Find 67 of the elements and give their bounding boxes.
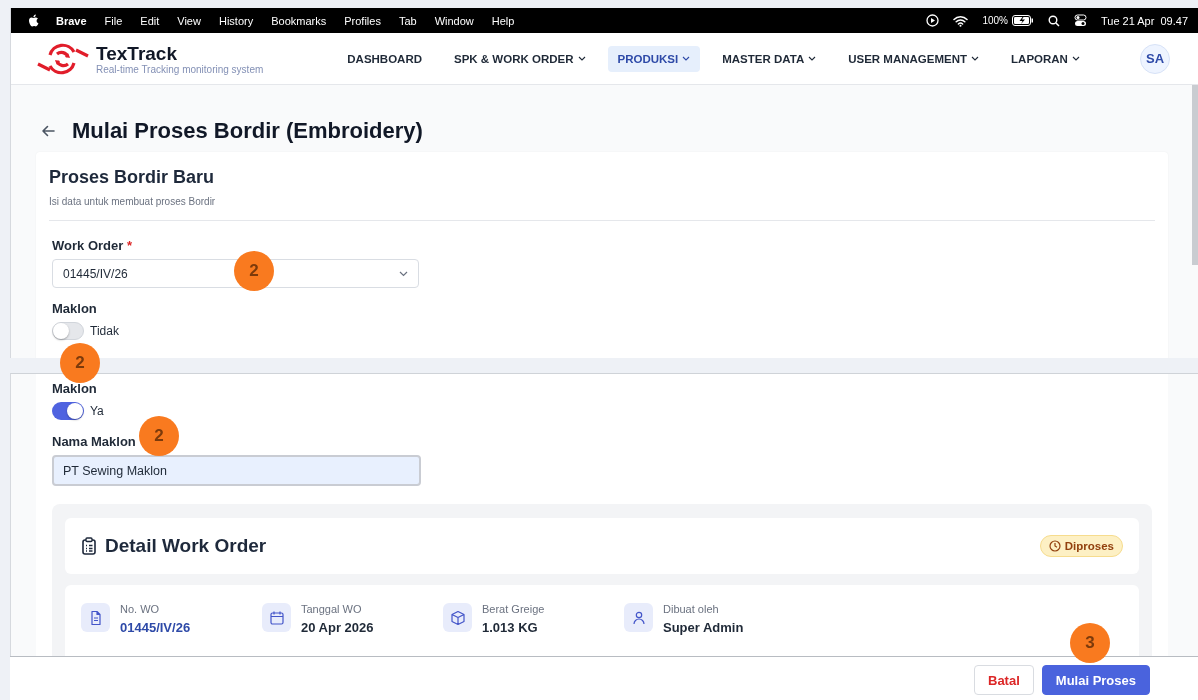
toggle-switch[interactable] (52, 322, 84, 340)
chevron-down-icon (1071, 56, 1080, 61)
scrollbar[interactable] (1192, 85, 1198, 265)
info-value: 20 Apr 2026 (301, 620, 374, 635)
user-avatar[interactable]: SA (1140, 43, 1170, 74)
menu-item[interactable]: View (177, 14, 201, 27)
document-icon (81, 603, 110, 632)
menu-item[interactable]: File (104, 14, 123, 27)
chevron-down-icon (971, 56, 980, 61)
field-label: Work Order (52, 238, 124, 253)
page-title: Mulai Proses Bordir (Embroidery) (72, 118, 423, 144)
cancel-button[interactable]: Batal (974, 665, 1034, 695)
toggle-label: Ya (90, 404, 104, 418)
info-link[interactable]: 01445/IV/26 (120, 620, 191, 635)
field-label: Nama Maklon (52, 434, 136, 449)
apple-icon (28, 14, 39, 27)
required-mark: * (126, 238, 132, 253)
brand-tagline: Real-time Tracking monitoring system (96, 63, 264, 75)
chevron-down-icon (577, 56, 586, 61)
status-badge: Diproses (1039, 535, 1123, 557)
cube-icon (443, 603, 472, 632)
nav-tab[interactable]: USER MANAGEMENT (838, 45, 990, 72)
info-label: Tanggal WO (301, 603, 363, 615)
card-title: Proses Bordir Baru (49, 167, 216, 188)
chevron-down-icon (808, 56, 817, 61)
menu-item[interactable]: Help (491, 14, 515, 27)
nav-tab[interactable]: LAPORAN (1001, 45, 1090, 72)
menu-item[interactable]: Window (434, 14, 474, 27)
field-label: Maklon (52, 301, 97, 316)
back-arrow-icon[interactable] (41, 125, 55, 137)
battery-percent: 100% (982, 15, 1008, 26)
app-menu[interactable]: Brave (56, 14, 87, 27)
logo-icon (36, 41, 90, 76)
info-label: Berat Greige (482, 603, 545, 615)
nav-tab[interactable]: SPK & WORK ORDER (444, 45, 596, 72)
nav-tab[interactable]: DASHBOARD (337, 45, 433, 72)
nav-tab[interactable]: MASTER DATA (712, 45, 827, 72)
menu-item[interactable]: Edit (140, 14, 160, 27)
play-icon (926, 14, 940, 27)
clock-icon (1048, 540, 1061, 552)
chevron-down-icon (399, 270, 408, 277)
menu-item[interactable]: History (218, 14, 254, 27)
start-button[interactable]: Mulai Proses (1041, 665, 1150, 695)
info-value: 1.013 KG (482, 620, 539, 635)
menu-item[interactable]: Tab (398, 14, 417, 27)
user-icon (624, 603, 653, 632)
battery-icon (1011, 15, 1034, 26)
control-center-icon (1073, 14, 1087, 27)
wifi-icon (953, 14, 969, 27)
chevron-down-icon (682, 56, 691, 61)
info-label: No. WO (120, 603, 161, 615)
detail-title: Detail Work Order (105, 535, 267, 557)
menubar-clock: Tue 21 Apr 09.47 (1100, 14, 1188, 27)
info-value: Super Admin (663, 620, 744, 635)
card-subtitle: Isi data untuk membuat proses Bordir (49, 196, 217, 207)
field-label: Maklon (52, 381, 97, 396)
input-field[interactable]: PT Sewing Maklon (52, 455, 421, 486)
info-label: Dibuat oleh (663, 603, 720, 615)
toggle-label: Tidak (90, 324, 119, 338)
menu-item[interactable]: Bookmarks (271, 14, 327, 27)
brand-name: TexTrack (96, 42, 178, 64)
nav-tab[interactable]: PRODUKSI (607, 45, 701, 72)
calendar-icon (262, 603, 291, 632)
search-icon (1047, 14, 1060, 27)
toggle-switch[interactable] (52, 402, 84, 420)
menu-item[interactable]: Profiles (344, 14, 381, 27)
clipboard-icon (81, 537, 97, 555)
